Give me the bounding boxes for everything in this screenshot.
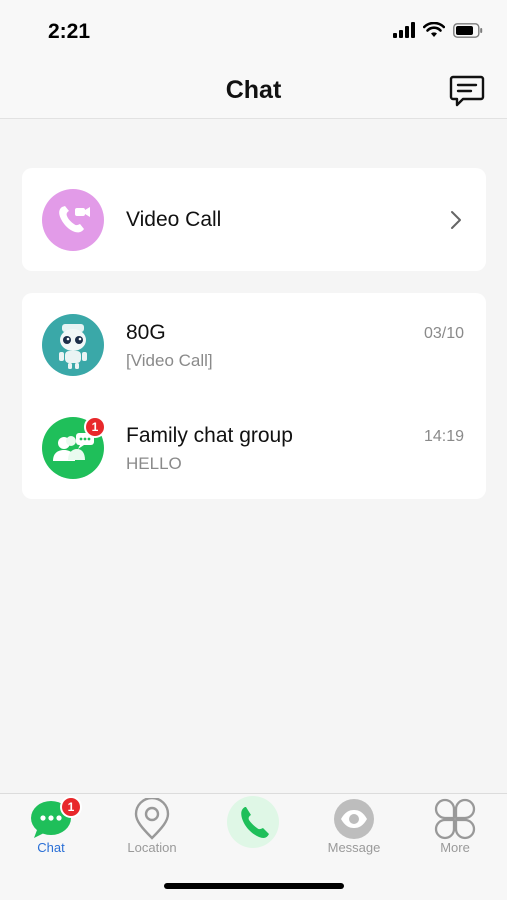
phone-call-icon (227, 796, 279, 848)
clover-grid-icon (434, 798, 476, 840)
tab-more[interactable]: More (405, 794, 505, 864)
tab-more-label: More (440, 840, 470, 855)
tab-location[interactable]: Location (102, 794, 202, 864)
new-message-button[interactable] (449, 74, 485, 108)
status-bar: 2:21 (0, 0, 507, 62)
tab-chat[interactable]: 1 Chat (1, 794, 101, 864)
tab-chat-label: Chat (37, 840, 65, 855)
chat-item-family-group[interactable]: 1 Family chat group HELLO 14:19 (22, 396, 486, 499)
video-call-row[interactable]: Video Call (22, 168, 486, 271)
robot-avatar (42, 314, 104, 376)
chevron-right-icon (451, 211, 461, 229)
wifi-icon (423, 22, 445, 37)
page-title: Chat (225, 76, 282, 104)
chat-item-80g[interactable]: 80G [Video Call] 03/10 (22, 293, 486, 396)
nav-bar: Chat (0, 62, 507, 119)
chat-preview: [Video Call] (126, 351, 213, 370)
tab-location-label: Location (127, 840, 177, 855)
battery-icon (453, 22, 483, 38)
chat-list: 80G [Video Call] 03/10 1 Family chat gro… (22, 293, 486, 499)
eye-icon (334, 799, 374, 839)
cellular-signal-icon (393, 22, 415, 38)
tab-message[interactable]: Message (304, 794, 404, 864)
tab-message-label: Message (327, 840, 381, 855)
video-phone-icon (59, 206, 90, 233)
video-call-card: Video Call (22, 168, 486, 271)
tab-call[interactable] (203, 794, 303, 864)
chat-name: 80G (126, 321, 166, 344)
chat-preview: HELLO (126, 454, 182, 473)
chat-name: Family chat group (126, 424, 293, 447)
message-compose-icon (449, 75, 485, 107)
unread-badge: 1 (84, 416, 106, 438)
location-pin-icon (134, 798, 170, 840)
tab-chat-badge: 1 (60, 796, 82, 818)
status-time: 2:21 (48, 20, 91, 43)
video-call-label: Video Call (126, 208, 222, 231)
home-indicator[interactable] (164, 883, 344, 889)
status-icons (393, 22, 483, 38)
chat-time: 03/10 (423, 325, 464, 342)
video-call-avatar (42, 189, 104, 251)
robot-mascot-icon (59, 324, 87, 369)
chat-time: 14:19 (423, 428, 464, 445)
